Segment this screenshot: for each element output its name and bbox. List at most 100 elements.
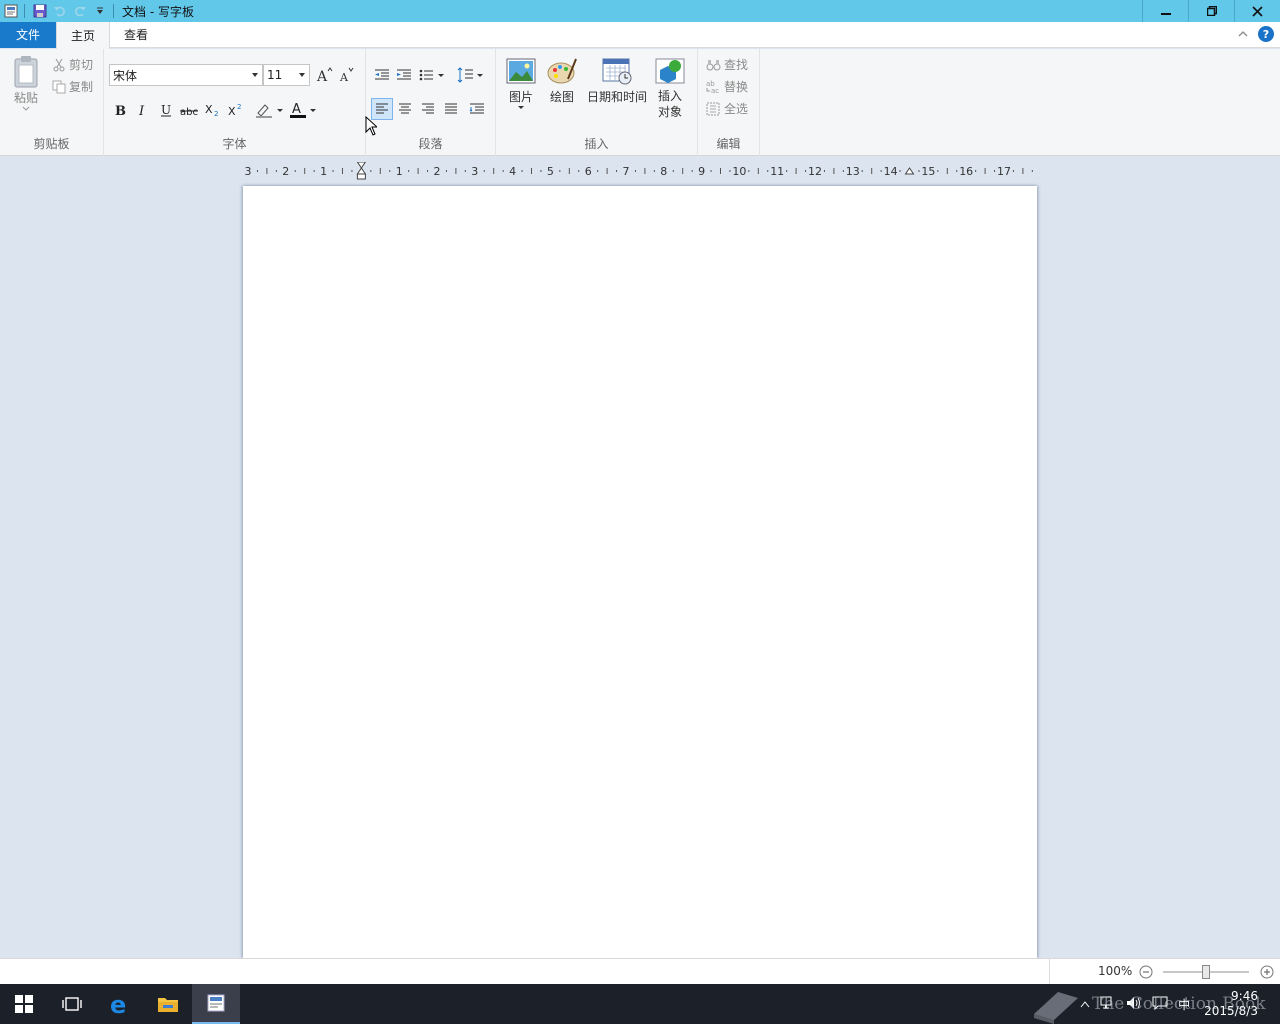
document-area (0, 186, 1280, 958)
customize-qat-icon[interactable] (91, 2, 109, 20)
ruler-tick-label: 6 (585, 165, 592, 178)
ruler-tick (691, 170, 693, 172)
decrease-indent-button[interactable] (371, 64, 393, 86)
qat-separator (113, 4, 114, 18)
window-controls (1142, 0, 1280, 22)
ruler-tick (540, 170, 542, 172)
list-button[interactable] (418, 64, 448, 86)
action-center-icon[interactable] (1152, 996, 1168, 1013)
status-bar: 100% (0, 958, 1280, 984)
tab-file[interactable]: 文件 (0, 21, 56, 48)
insert-object-button[interactable]: 插入 对象 (650, 57, 690, 120)
ruler-tick (256, 170, 258, 172)
replace-label: 替换 (724, 80, 749, 94)
subscript-button[interactable]: X2 (202, 99, 224, 121)
copy-button[interactable]: 复制 (52, 78, 93, 95)
start-button[interactable] (0, 984, 48, 1024)
palette-icon (547, 58, 577, 84)
zoom-slider-thumb[interactable] (1202, 965, 1210, 979)
tab-view[interactable]: 查看 (110, 22, 162, 48)
minimize-ribbon-icon[interactable] (1238, 27, 1248, 41)
ribbon: 粘贴 剪切 复制 剪贴板 宋体 11 A A B I U abc X 2 X 2… (0, 49, 1280, 156)
shrink-font-button[interactable]: A (336, 64, 358, 86)
find-label: 查找 (724, 58, 749, 72)
volume-icon[interactable] (1126, 996, 1142, 1013)
paste-button[interactable]: 粘贴 (8, 55, 44, 112)
font-family-select[interactable]: 宋体 (109, 64, 263, 86)
paste-dropdown-icon[interactable] (22, 106, 30, 112)
ruler-tick (464, 170, 466, 172)
replace-button[interactable]: ab ac 替换 (706, 78, 748, 95)
window-title: 文档 - 写字板 (122, 4, 194, 19)
edit-group: 查找 ab ac 替换 全选 编辑 (698, 49, 760, 156)
redo-icon[interactable] (71, 2, 89, 20)
ruler-tick (502, 170, 504, 172)
document-page[interactable] (243, 186, 1037, 958)
align-center-button[interactable] (394, 98, 416, 120)
bold-button[interactable]: B (109, 99, 131, 121)
file-explorer-button[interactable] (144, 984, 192, 1024)
select-all-icon (706, 102, 720, 115)
network-icon[interactable] (1100, 996, 1116, 1013)
clock[interactable]: 9:46 2015/8/3 (1204, 989, 1280, 1019)
copy-label: 复制 (69, 80, 94, 94)
edge-button[interactable]: e (96, 984, 144, 1024)
line-spacing-button[interactable] (456, 64, 486, 86)
show-hidden-icons-icon[interactable] (1080, 997, 1090, 1011)
left-indent-box-marker[interactable] (356, 173, 366, 180)
font-color-button[interactable]: A (288, 99, 320, 121)
undo-icon[interactable] (51, 2, 69, 20)
close-button[interactable] (1234, 0, 1280, 22)
ruler-tick (672, 170, 674, 172)
ruler-tick (483, 170, 485, 172)
select-all-button[interactable]: 全选 (706, 100, 748, 117)
ime-indicator[interactable]: 中 (1178, 996, 1190, 1013)
ruler-tick (427, 170, 429, 172)
zoom-out-button[interactable] (1139, 965, 1153, 982)
ruler-tick (729, 170, 731, 172)
superscript-button[interactable]: X2 (225, 99, 247, 121)
ruler-tick (313, 170, 315, 172)
svg-text:U: U (161, 103, 171, 117)
paste-label: 粘贴 (13, 91, 38, 105)
italic-button[interactable]: I (132, 99, 154, 121)
insert-picture-button[interactable]: 图片 (504, 57, 538, 111)
tab-home[interactable]: 主页 (56, 21, 111, 49)
restore-button[interactable] (1188, 0, 1234, 22)
zoom-slider[interactable] (1163, 964, 1249, 980)
find-button[interactable]: 查找 (706, 56, 748, 73)
paint-drawing-button[interactable]: 绘图 (544, 57, 580, 105)
ruler-tick (294, 170, 296, 172)
wordpad-button[interactable] (192, 984, 240, 1024)
justify-button[interactable] (440, 98, 462, 120)
svg-text:X: X (205, 103, 213, 116)
ruler-area: 3 2 1 1 2 3 4 5 6 7 8 9 10 11 12 13 14 15 16 17 (0, 157, 1280, 186)
cut-button[interactable]: 剪切 (52, 56, 93, 73)
ruler-tick-label: 2 (434, 165, 441, 178)
ruler-tick-label: 3 (471, 165, 478, 178)
datetime-button[interactable]: 日期和时间 (584, 57, 650, 105)
app-icon[interactable] (2, 2, 20, 20)
select-all-label: 全选 (724, 102, 749, 116)
svg-text:2: 2 (214, 110, 218, 117)
grow-font-button[interactable]: A (314, 64, 336, 86)
decrease-indent-icon (375, 69, 389, 80)
align-right-button[interactable] (417, 98, 439, 120)
zoom-in-button[interactable] (1260, 965, 1274, 982)
increase-indent-button[interactable] (393, 64, 415, 86)
underline-button[interactable]: U (155, 99, 177, 121)
task-view-button[interactable] (48, 984, 96, 1024)
minimize-button[interactable] (1142, 0, 1188, 22)
font-family-value: 宋体 (113, 68, 138, 83)
insert-group: 图片 绘图 日期和时间 插入 对象 插入 (496, 49, 698, 156)
edge-icon: e (110, 992, 126, 1016)
paragraph-settings-button[interactable] (466, 98, 488, 120)
zoom-level: 100% (1098, 964, 1133, 978)
font-size-select[interactable]: 11 (263, 64, 310, 86)
help-icon[interactable]: ? (1258, 26, 1274, 42)
ruler[interactable]: 3 2 1 1 2 3 4 5 6 7 8 9 10 11 12 13 14 15 16 17 (243, 161, 1037, 180)
strikethrough-button[interactable]: abc (178, 99, 200, 121)
align-center-icon (399, 103, 411, 114)
highlight-color-button[interactable] (254, 99, 286, 121)
save-icon[interactable] (31, 2, 49, 20)
